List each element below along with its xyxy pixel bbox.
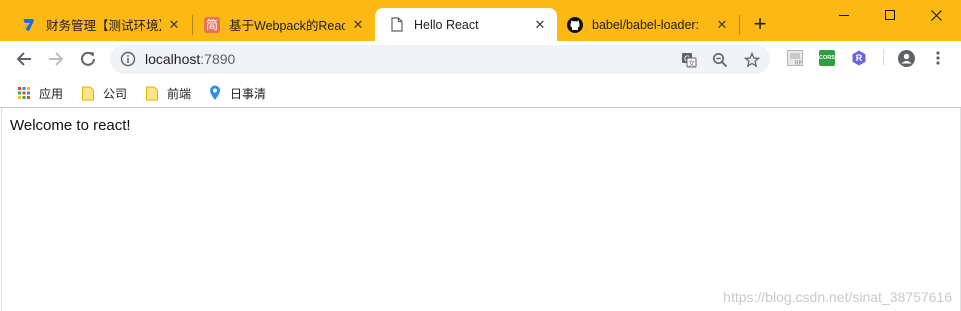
close-icon[interactable]: ✕ bbox=[351, 17, 365, 32]
back-button[interactable] bbox=[12, 47, 36, 71]
tab-separator bbox=[739, 15, 740, 35]
tab-title: 基于Webpack的React bbox=[229, 19, 345, 33]
bookmark-apps[interactable]: 应用 bbox=[17, 83, 63, 103]
bookmark-rishiqing[interactable]: 日事清 bbox=[208, 83, 266, 103]
tab-title: 财务管理【测试环境】 bbox=[46, 19, 161, 33]
tab-title: babel/babel-loader: bbox=[592, 17, 700, 32]
r-extension-icon[interactable]: R bbox=[851, 50, 867, 66]
reload-button[interactable] bbox=[76, 47, 100, 71]
close-icon[interactable]: ✕ bbox=[715, 17, 729, 32]
welcome-text: Welcome to react! bbox=[10, 117, 131, 134]
bookmarks-bar: 应用 公司 前端 日事清 bbox=[0, 78, 961, 108]
jianshu-icon: 简 bbox=[204, 16, 220, 33]
minimize-icon bbox=[838, 14, 849, 16]
bookmark-label: 前端 bbox=[167, 86, 192, 101]
profile-avatar-icon[interactable] bbox=[898, 50, 915, 67]
tab-finance[interactable]: 财务管理【测试环境】 ✕ bbox=[0, 8, 191, 41]
back-arrow-icon bbox=[16, 52, 31, 66]
github-icon bbox=[567, 16, 583, 33]
star-icon[interactable] bbox=[743, 51, 761, 69]
new-tab-button[interactable]: + bbox=[748, 12, 772, 36]
rp-extension-icon[interactable]: RP bbox=[787, 50, 803, 67]
menu-kebab-icon[interactable] bbox=[932, 50, 944, 66]
location-pin-icon bbox=[208, 85, 222, 101]
zoom-icon[interactable] bbox=[711, 51, 729, 69]
forward-arrow-icon bbox=[49, 52, 64, 66]
page-viewport: Welcome to react! https://blog.csdn.net/… bbox=[1, 108, 961, 311]
toolbar-divider bbox=[883, 50, 884, 66]
bookmark-label: 公司 bbox=[103, 86, 128, 101]
app-logo-icon bbox=[21, 17, 37, 33]
minimize-button[interactable] bbox=[821, 0, 867, 30]
apps-grid-icon bbox=[17, 85, 31, 101]
folder-icon bbox=[145, 85, 159, 101]
tab-title: Hello React bbox=[414, 17, 479, 32]
bookmark-frontend[interactable]: 前端 bbox=[145, 83, 191, 103]
info-icon[interactable] bbox=[120, 51, 136, 67]
reload-icon bbox=[81, 51, 95, 66]
bookmark-label: 日事清 bbox=[230, 86, 267, 101]
tab-webpack-react[interactable]: 简 基于Webpack的React ✕ bbox=[183, 8, 375, 41]
close-icon bbox=[930, 9, 942, 21]
close-icon[interactable]: ✕ bbox=[533, 17, 547, 32]
translate-icon[interactable]: G文 bbox=[680, 51, 698, 69]
watermark-text: https://blog.csdn.net/sinat_38757616 bbox=[723, 289, 952, 305]
folder-icon bbox=[81, 85, 95, 101]
svg-text:文: 文 bbox=[689, 59, 696, 68]
browser-toolbar: localhost:7890 G文 bbox=[0, 41, 961, 78]
url-port: :7890 bbox=[200, 51, 236, 67]
tab-strip: 财务管理【测试环境】 ✕ 简 基于Webpack的React ✕ Hello R… bbox=[0, 0, 961, 41]
url-text[interactable]: localhost:7890 bbox=[145, 51, 235, 67]
forward-button[interactable] bbox=[44, 47, 68, 71]
tab-hello-react[interactable]: Hello React ✕ bbox=[375, 8, 557, 41]
close-window-button[interactable] bbox=[913, 0, 959, 30]
bookmark-label: 应用 bbox=[39, 86, 64, 101]
bookmark-company[interactable]: 公司 bbox=[81, 83, 127, 103]
maximize-icon bbox=[884, 9, 895, 20]
close-icon[interactable]: ✕ bbox=[167, 17, 181, 32]
maximize-button[interactable] bbox=[867, 0, 913, 30]
tab-babel-loader[interactable]: babel/babel-loader: ✕ bbox=[557, 8, 739, 41]
address-bar[interactable]: localhost:7890 G文 bbox=[110, 45, 770, 74]
page-icon bbox=[389, 17, 405, 33]
cors-extension-icon[interactable]: CORS bbox=[819, 50, 835, 66]
svg-text:RP: RP bbox=[795, 61, 802, 67]
url-host: localhost bbox=[145, 51, 201, 67]
